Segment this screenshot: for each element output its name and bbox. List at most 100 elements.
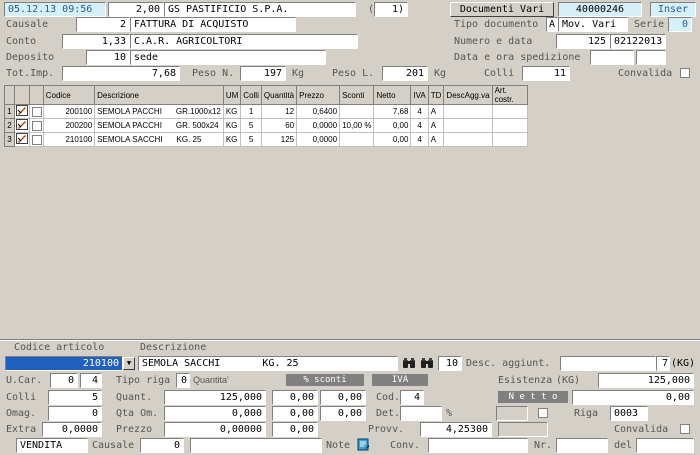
binoculars-icon[interactable] xyxy=(402,357,416,370)
causale-code-field[interactable]: 2 xyxy=(76,17,130,32)
sconto-4-field[interactable]: 0,00 xyxy=(320,406,366,421)
causale-bottom-field[interactable]: 0 xyxy=(140,438,184,453)
col-header-descagg[interactable]: DescAgg.va xyxy=(443,85,493,105)
row-checkbox[interactable] xyxy=(29,132,44,147)
convalida-checkbox[interactable] xyxy=(680,424,690,434)
binoculars-icon[interactable] xyxy=(420,357,434,370)
col-header-colli[interactable]: Colli xyxy=(240,85,262,105)
datetime-field: 05.12.13 09:56 xyxy=(4,2,106,17)
col-header-sconti[interactable]: Sconti xyxy=(339,85,375,105)
conto-label: Conto xyxy=(6,36,37,47)
small-number-field[interactable]: 10 xyxy=(438,356,462,371)
um-number-field[interactable]: 7 xyxy=(656,356,670,371)
extra-field[interactable]: 0,0000 xyxy=(42,422,102,437)
grid-corner xyxy=(4,85,15,105)
cell-descagg xyxy=(443,132,493,147)
peso-l-field[interactable]: 201 xyxy=(382,66,428,81)
conv-field[interactable] xyxy=(428,438,528,453)
riga-label: Riga xyxy=(574,408,599,419)
row-checkbox[interactable] xyxy=(29,104,44,119)
row-number: 2 xyxy=(4,118,15,133)
mode-indicator: Inser xyxy=(650,2,696,17)
col-header-descrizione[interactable]: Descrizione xyxy=(94,85,224,105)
peso-n-field[interactable]: 197 xyxy=(240,66,286,81)
del-field[interactable] xyxy=(636,438,694,453)
table-row[interactable]: 2 200200 SEMOLA PACCHI GR. 500x24 KG 5 60… xyxy=(4,118,529,133)
provv-field[interactable]: 4,25300 xyxy=(420,422,492,437)
col-header-iva[interactable]: IVA xyxy=(410,85,429,105)
spedizione-time-field[interactable] xyxy=(636,50,666,65)
paren-number-field: 1) xyxy=(374,2,408,17)
omag-field[interactable]: 0 xyxy=(48,406,102,421)
chevron-down-icon[interactable]: ▼ xyxy=(123,357,135,370)
sconto-1-field[interactable]: 0,00 xyxy=(272,390,318,405)
cell-sconti xyxy=(339,132,375,147)
amount-field[interactable]: 2,00 xyxy=(108,2,164,17)
serie-field[interactable]: 0 xyxy=(668,17,692,32)
cell-um: KG xyxy=(222,132,242,147)
edit-row-icon[interactable] xyxy=(13,132,31,147)
riga-checkbox[interactable] xyxy=(538,408,548,418)
convalida-header-checkbox[interactable] xyxy=(680,68,690,78)
numero-field[interactable]: 125 xyxy=(556,34,610,49)
table-row[interactable]: 3 210100 SEMOLA SACCHI KG. 25 KG 5 125 0,… xyxy=(4,132,529,147)
peso-n-unit: Kg xyxy=(292,68,305,79)
col-header-prezzo[interactable]: Prezzo xyxy=(296,85,341,105)
nr-field[interactable] xyxy=(556,438,608,453)
tipo-riga-field[interactable]: 0 xyxy=(176,373,190,388)
col-header-netto[interactable]: Netto xyxy=(373,85,412,105)
det-field[interactable] xyxy=(400,406,442,421)
table-row[interactable]: 1 200100 SEMOLA PACCHI GR.1000x12 KG 1 12… xyxy=(4,104,529,119)
cell-codice: 200100 xyxy=(42,104,96,119)
tipo-riga-desc: Quantita' xyxy=(193,375,229,385)
ucar-field-2[interactable]: 4 xyxy=(80,373,102,388)
spedizione-date-field[interactable] xyxy=(590,50,634,65)
cell-quantita: 12 xyxy=(260,104,298,119)
doc-number-field: 40000246 xyxy=(558,2,642,17)
data-field[interactable]: 02122013 xyxy=(610,34,666,49)
sconto-3-field[interactable]: 0,00 xyxy=(272,406,318,421)
codice-articolo-field[interactable]: 210100 xyxy=(5,356,123,371)
supplier-name-field[interactable]: GS PASTIFICIO S.P.A. xyxy=(164,2,356,17)
cod-iva-field[interactable]: 4 xyxy=(400,390,424,405)
omag-label: Omag. xyxy=(6,408,37,419)
tot-imp-field: 7,68 xyxy=(62,66,180,81)
provv-extra-field xyxy=(498,422,548,437)
qta-om-field[interactable]: 0,000 xyxy=(164,406,266,421)
cell-prezzo: 0,0000 xyxy=(296,132,341,147)
colli-field[interactable]: 5 xyxy=(48,390,102,405)
serie-label: Serie xyxy=(634,19,665,30)
prezzo-field[interactable]: 0,00000 xyxy=(164,422,266,437)
tipo-doc-desc-field: Mov. Vari xyxy=(558,17,628,32)
row-checkbox[interactable] xyxy=(29,118,44,133)
sconto-5-field[interactable]: 0,00 xyxy=(272,422,318,437)
cell-descr-format: GR. 500x24 xyxy=(175,121,219,130)
tipo-doc-code-field[interactable]: A xyxy=(546,17,558,32)
cell-codice: 210100 xyxy=(42,132,96,147)
col-header-quantita[interactable]: Quantità xyxy=(260,85,298,105)
cell-iva: 4 xyxy=(410,118,429,133)
edit-row-icon[interactable] xyxy=(13,118,31,133)
col-header-codice[interactable]: Codice xyxy=(42,85,96,105)
descrizione-field[interactable]: SEMOLA SACCHI KG. 25 xyxy=(138,356,398,371)
quant-field[interactable]: 125,000 xyxy=(164,390,266,405)
ucar-field[interactable]: 0 xyxy=(50,373,78,388)
col-header-um[interactable]: UM xyxy=(222,85,242,105)
vendita-field[interactable]: VENDITA xyxy=(16,438,88,453)
cell-colli: 1 xyxy=(240,104,262,119)
cell-sconti xyxy=(339,104,375,119)
col-header-artcostr[interactable]: Art. costr. xyxy=(491,85,529,105)
colli-header-field[interactable]: 11 xyxy=(522,66,570,81)
col-header-td[interactable]: TD xyxy=(427,85,445,105)
conto-code-field[interactable]: 1,33 xyxy=(62,34,130,49)
nr-label: Nr. xyxy=(534,440,553,451)
cell-descr-name: SEMOLA PACCHI xyxy=(97,107,162,116)
deposito-code-field[interactable]: 10 xyxy=(86,50,130,65)
edit-row-icon[interactable] xyxy=(13,104,31,119)
documenti-vari-button[interactable]: Documenti Vari xyxy=(450,2,554,17)
peso-l-label: Peso L. xyxy=(332,68,375,79)
sconto-2-field[interactable]: 0,00 xyxy=(320,390,366,405)
note-icon[interactable] xyxy=(356,438,370,451)
desc-aggiunt-field[interactable] xyxy=(560,356,656,371)
cell-netto: 7,68 xyxy=(373,104,412,119)
